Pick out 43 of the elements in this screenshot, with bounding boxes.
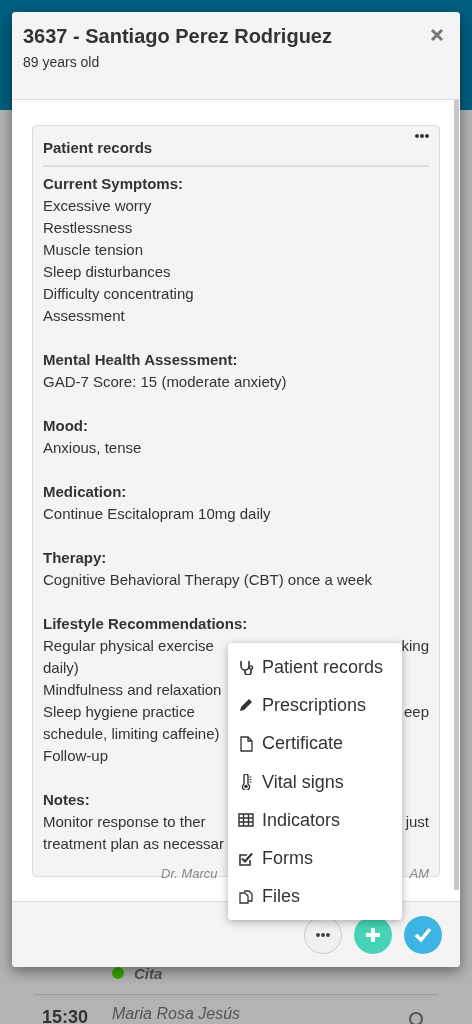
record-text: Regular physical exercise	[43, 636, 214, 656]
record-text: Restlessness	[43, 218, 133, 238]
menu-item[interactable]: Vital signs	[228, 762, 402, 802]
section-heading: Lifestyle Recommendations:	[43, 614, 249, 634]
record-text: Anxious, tense	[43, 438, 142, 458]
record-text: Muscle tension	[43, 240, 144, 260]
section-heading: Medication:	[43, 482, 128, 502]
menu-item[interactable]: Patient records	[228, 648, 402, 687]
section-heading: Therapy:	[43, 548, 108, 568]
record-text: Difficulty concentrating	[43, 284, 194, 304]
record-text: Sleep hygiene practice	[43, 702, 195, 722]
record-text: daily)	[43, 658, 79, 678]
menu-item[interactable]: Certificate	[228, 724, 402, 763]
record-text: schedule, limiting caffeine)	[43, 724, 220, 744]
signature-text: AM	[409, 865, 429, 883]
menu-item[interactable]: Forms	[228, 839, 402, 878]
dialog-title: 3637 - Santiago Perez Rodriguez	[23, 25, 332, 48]
record-text: eep	[403, 702, 429, 722]
patient-age: 89 years old	[23, 54, 101, 70]
menu-item[interactable]: Files	[228, 877, 402, 917]
menu-item[interactable]: Indicators	[228, 801, 402, 840]
section-heading: Mental Health Assessment:	[43, 350, 239, 370]
menu-item[interactable]: Prescriptions	[228, 686, 402, 725]
section-heading: Mood:	[43, 416, 89, 436]
section-heading: Notes:	[43, 790, 91, 810]
card-title: Patient records	[43, 138, 153, 158]
record-text: Assessment	[43, 306, 125, 326]
record-text: Mindfulness and relaxation	[43, 680, 222, 700]
appointment-time: 15:30	[41, 1007, 90, 1024]
patient-name: Maria Rosa Jesús	[112, 1005, 242, 1023]
record-text: Sleep disturbances	[43, 262, 171, 282]
record-text: GAD-7 Score: 15 (moderate anxiety)	[43, 372, 287, 392]
record-text: Continue Escitalopram 10mg daily	[43, 504, 271, 524]
record-text: Cognitive Behavioral Therapy (CBT) once a week	[43, 570, 373, 590]
section-heading: Current Symptoms:	[43, 174, 185, 194]
record-text: king	[401, 636, 429, 656]
record-text: Monitor response to ther	[43, 812, 206, 832]
record-text: treatment plan as necessar	[43, 834, 224, 854]
record-text: Follow-up	[43, 746, 109, 766]
signature-text: Dr. Marcu	[161, 865, 218, 883]
record-text: Excessive worry	[43, 196, 152, 216]
record-text: just	[405, 812, 429, 832]
status-label: Cita	[134, 964, 163, 982]
